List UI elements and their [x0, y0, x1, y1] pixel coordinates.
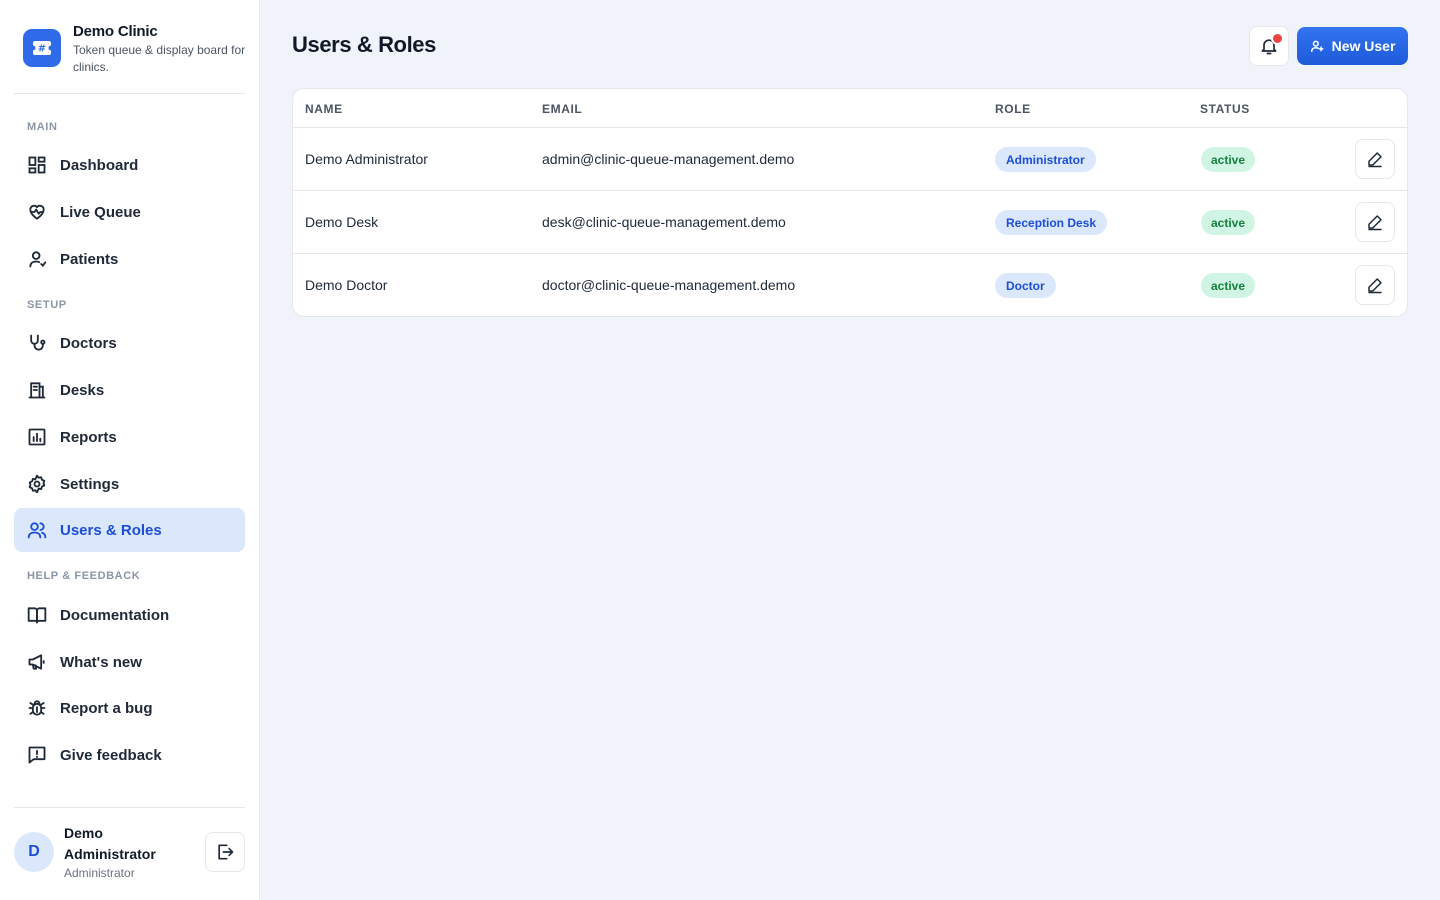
current-user-info: Demo Administrator Administrator [64, 823, 194, 881]
ticket-icon: # [23, 29, 61, 67]
sidebar-item-desks[interactable]: Desks [14, 368, 245, 412]
desk-icon [27, 380, 47, 400]
sidebar-item-label: Patients [60, 250, 119, 268]
user-icon [27, 249, 47, 269]
user-name: Demo Desk [305, 214, 379, 230]
role-badge: Doctor [995, 273, 1056, 298]
sidebar-item-label: Documentation [60, 606, 170, 624]
table-header: NAME EMAIL ROLE STATUS [293, 89, 1407, 128]
sidebar-item-label: What's new [60, 653, 142, 671]
user-email: desk@clinic-queue-management.demo [542, 214, 786, 230]
user-email: admin@clinic-queue-management.demo [542, 151, 795, 167]
add-user-icon [1310, 39, 1324, 53]
feedback-icon [27, 745, 47, 765]
sidebar-item-whats-new[interactable]: What's new [14, 640, 245, 684]
pencil-icon [1366, 213, 1384, 231]
table-row: Demo Administrator admin@clinic-queue-ma… [293, 128, 1407, 191]
sidebar-item-report-bug[interactable]: Report a bug [14, 686, 245, 730]
logout-button[interactable] [205, 832, 245, 872]
edit-user-button[interactable] [1355, 139, 1395, 179]
divider [14, 807, 245, 808]
section-title-help: HELP & FEEDBACK [27, 570, 141, 582]
sidebar-item-doctors[interactable]: Doctors [14, 321, 245, 365]
column-header-name: NAME [305, 102, 343, 116]
column-header-status: STATUS [1200, 102, 1250, 116]
notification-dot [1271, 32, 1284, 45]
table-row: Demo Desk desk@clinic-queue-management.d… [293, 191, 1407, 254]
section-title-setup: SETUP [27, 299, 67, 311]
sidebar-item-label: Dashboard [60, 156, 139, 174]
sidebar-item-patients[interactable]: Patients [14, 237, 245, 281]
current-user-name: Demo Administrator [64, 825, 156, 862]
sidebar-item-dashboard[interactable]: Dashboard [14, 143, 245, 187]
column-header-email: EMAIL [542, 102, 583, 116]
stethoscope-icon [27, 333, 47, 353]
user-email: doctor@clinic-queue-management.demo [542, 277, 796, 293]
users-icon [27, 520, 47, 540]
page-title: Users & Roles [292, 32, 436, 57]
sidebar-item-settings[interactable]: Settings [14, 462, 245, 506]
logout-icon [215, 842, 235, 862]
sidebar-item-label: Doctors [60, 334, 117, 352]
users-table: NAME EMAIL ROLE STATUS Demo Administrato… [292, 88, 1408, 317]
edit-user-button[interactable] [1355, 202, 1395, 242]
sidebar-item-label: Report a bug [60, 699, 153, 717]
avatar: D [14, 832, 54, 872]
megaphone-icon [27, 652, 47, 672]
user-name: Demo Administrator [305, 151, 428, 167]
gear-icon [27, 474, 47, 494]
svg-text:#: # [38, 44, 46, 55]
sidebar-item-documentation[interactable]: Documentation [14, 593, 245, 637]
sidebar-item-users-roles[interactable]: Users & Roles [14, 508, 245, 552]
status-badge: active [1201, 147, 1256, 172]
pencil-icon [1366, 276, 1384, 294]
status-badge: active [1201, 210, 1256, 235]
pencil-icon [1366, 150, 1384, 168]
brand-tagline: Token queue & display board for clinics. [73, 43, 246, 74]
divider [14, 93, 245, 94]
sidebar-item-label: Users & Roles [60, 521, 162, 539]
new-user-label: New User [1331, 38, 1396, 54]
sidebar-item-live-queue[interactable]: Live Queue [14, 190, 245, 234]
sidebar: # Demo Clinic Token queue & display boar… [0, 0, 260, 900]
heart-pulse-icon [27, 202, 47, 222]
sidebar-item-label: Live Queue [60, 203, 141, 221]
sidebar-item-reports[interactable]: Reports [14, 415, 245, 459]
brand-name: Demo Clinic [73, 23, 158, 40]
sidebar-item-give-feedback[interactable]: Give feedback [14, 733, 245, 777]
edit-user-button[interactable] [1355, 265, 1395, 305]
dashboard-icon [27, 155, 47, 175]
column-header-role: ROLE [995, 102, 1031, 116]
notifications-button[interactable] [1249, 26, 1289, 66]
brand: # Demo Clinic Token queue & display boar… [23, 22, 248, 76]
table-row: Demo Doctor doctor@clinic-queue-manageme… [293, 254, 1407, 316]
section-title-main: MAIN [27, 121, 58, 133]
book-icon [27, 605, 47, 625]
user-name: Demo Doctor [305, 277, 388, 293]
role-badge: Reception Desk [995, 210, 1108, 235]
sidebar-item-label: Settings [60, 475, 120, 493]
bug-icon [27, 698, 47, 718]
bar-chart-icon [27, 427, 47, 447]
new-user-button[interactable]: New User [1297, 27, 1408, 65]
current-user-role: Administrator [64, 866, 135, 880]
sidebar-item-label: Desks [60, 381, 105, 399]
sidebar-item-label: Give feedback [60, 746, 162, 764]
role-badge: Administrator [995, 147, 1096, 172]
sidebar-item-label: Reports [60, 428, 117, 446]
status-badge: active [1201, 273, 1256, 298]
